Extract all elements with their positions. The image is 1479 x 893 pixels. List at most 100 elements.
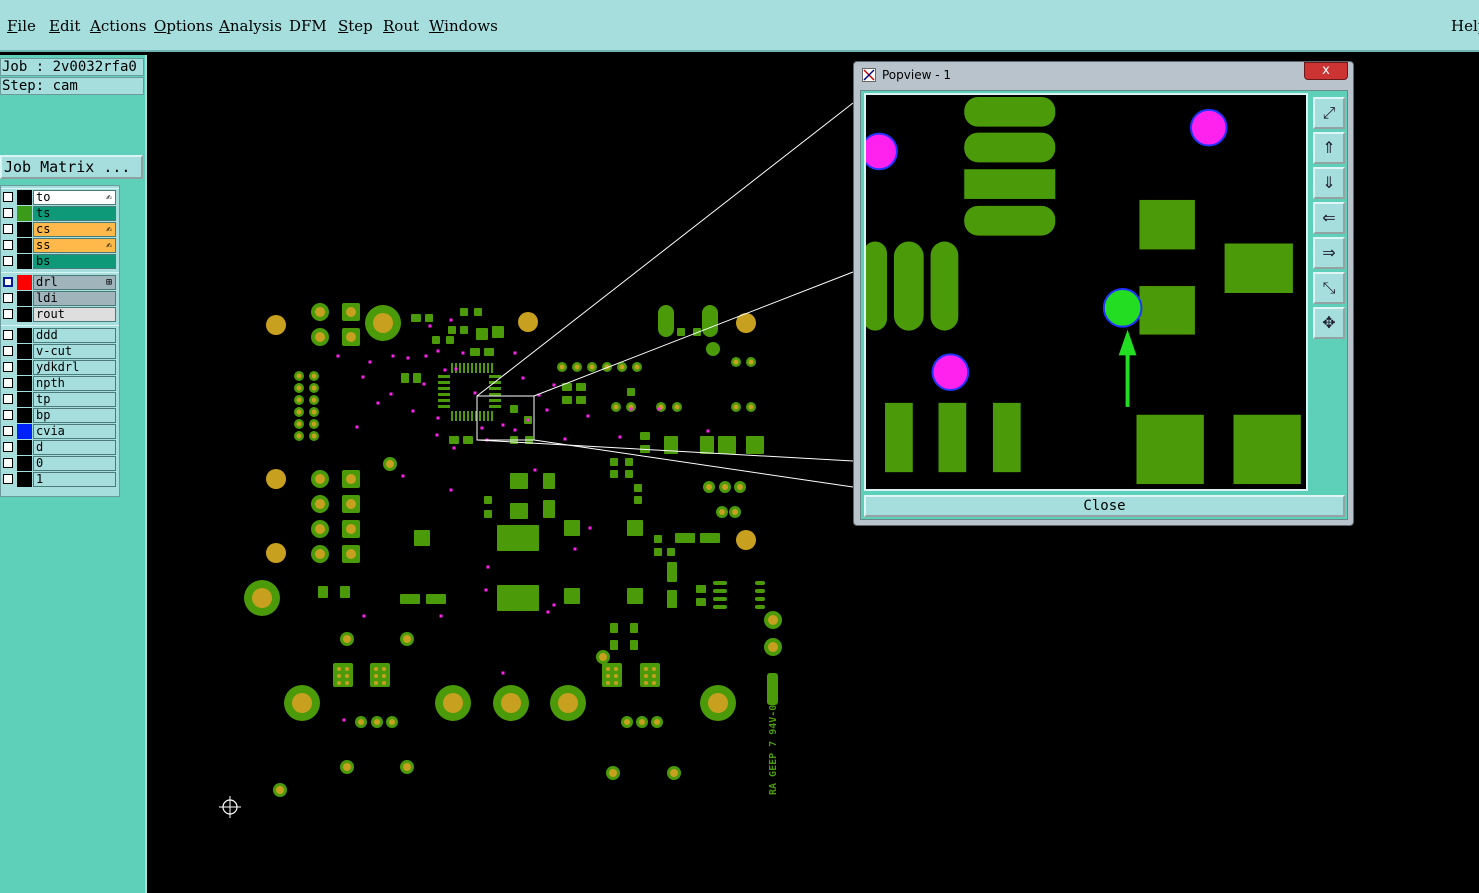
menu-file[interactable]: File: [7, 17, 36, 35]
layer-row-npth[interactable]: npth: [1, 376, 119, 391]
layer-color-swatch[interactable]: [17, 424, 32, 439]
layer-row-bp[interactable]: bp: [1, 408, 119, 423]
layer-name[interactable]: ydkdrl: [33, 360, 116, 375]
layer-name[interactable]: tp: [33, 392, 116, 407]
layer-color-swatch[interactable]: [17, 344, 32, 359]
layer-checkbox[interactable]: [3, 346, 13, 356]
layer-row-ldi[interactable]: ldi: [1, 291, 119, 306]
layer-name[interactable]: ddd: [33, 328, 116, 343]
menu-edit[interactable]: Edit: [49, 17, 80, 35]
layer-color-swatch[interactable]: [17, 392, 32, 407]
menu-windows[interactable]: Windows: [429, 17, 498, 35]
layer-name[interactable]: 1: [33, 472, 116, 487]
drill-hole: [639, 719, 645, 725]
menu-analysis[interactable]: Analysis: [219, 17, 282, 35]
zoom-out-button[interactable]: ⤡: [1313, 272, 1345, 304]
pan-down-button[interactable]: ⇓: [1313, 167, 1345, 199]
smd-pad: [713, 589, 727, 593]
layer-row-cs[interactable]: cs ✍: [1, 222, 119, 237]
layer-row-cvia[interactable]: cvia: [1, 424, 119, 439]
layer-row-bs[interactable]: bs: [1, 254, 119, 269]
layer-name[interactable]: ts: [33, 206, 116, 221]
layer-row-ss[interactable]: ss ✍: [1, 238, 119, 253]
layer-name[interactable]: d: [33, 440, 116, 455]
layer-color-swatch[interactable]: [17, 360, 32, 375]
via: [629, 407, 633, 411]
window-close-button[interactable]: x: [1304, 62, 1348, 80]
npth-hole: [266, 469, 286, 489]
layer-checkbox[interactable]: [3, 309, 13, 319]
layer-name[interactable]: npth: [33, 376, 116, 391]
layer-name[interactable]: cs ✍: [33, 222, 116, 237]
layer-row-rout[interactable]: rout: [1, 307, 119, 322]
layer-name[interactable]: bs: [33, 254, 116, 269]
layer-color-swatch[interactable]: [17, 456, 32, 471]
layer-color-swatch[interactable]: [17, 275, 32, 290]
layer-color-swatch[interactable]: [17, 376, 32, 391]
menu-rout[interactable]: Rout: [383, 17, 419, 35]
layer-row-tp[interactable]: tp: [1, 392, 119, 407]
zoom-fit-button[interactable]: ⤢: [1313, 97, 1345, 129]
zoom-in-button[interactable]: ✥: [1313, 307, 1345, 339]
layer-checkbox[interactable]: [3, 277, 13, 287]
layer-checkbox[interactable]: [3, 442, 13, 452]
layer-checkbox[interactable]: [3, 293, 13, 303]
pan-up-button[interactable]: ⇑: [1313, 132, 1345, 164]
npth-hole: [346, 307, 356, 317]
layer-checkbox[interactable]: [3, 192, 13, 202]
layer-color-swatch[interactable]: [17, 206, 32, 221]
layer-row-ddd[interactable]: ddd: [1, 328, 119, 343]
layer-color-swatch[interactable]: [17, 222, 32, 237]
layer-color-swatch[interactable]: [17, 440, 32, 455]
layer-row-v-cut[interactable]: v-cut: [1, 344, 119, 359]
layer-checkbox[interactable]: [3, 426, 13, 436]
layer-color-swatch[interactable]: [17, 254, 32, 269]
layer-color-swatch[interactable]: [17, 238, 32, 253]
layer-color-swatch[interactable]: [17, 190, 32, 205]
layer-color-swatch[interactable]: [17, 307, 32, 322]
layer-checkbox[interactable]: [3, 410, 13, 420]
layer-row-0[interactable]: 0: [1, 456, 119, 471]
menu-actions[interactable]: Actions: [90, 17, 146, 35]
layer-name[interactable]: ldi: [33, 291, 116, 306]
layer-name[interactable]: bp: [33, 408, 116, 423]
pan-right-button[interactable]: ⇒: [1313, 237, 1345, 269]
layer-checkbox[interactable]: [3, 224, 13, 234]
layer-checkbox[interactable]: [3, 458, 13, 468]
layer-checkbox[interactable]: [3, 256, 13, 266]
layer-row-drl[interactable]: drl ⊞: [1, 275, 119, 290]
layer-name[interactable]: ss ✍: [33, 238, 116, 253]
layer-checkbox[interactable]: [3, 362, 13, 372]
layer-checkbox[interactable]: [3, 240, 13, 250]
pan-left-button[interactable]: ⇐: [1313, 202, 1345, 234]
menu-dfm[interactable]: DFM: [289, 17, 327, 35]
popview-canvas[interactable]: [864, 93, 1308, 491]
layer-checkbox[interactable]: [3, 394, 13, 404]
layer-color-swatch[interactable]: [17, 328, 32, 343]
layer-name[interactable]: rout: [33, 307, 116, 322]
drill-hole: [358, 719, 364, 725]
layer-row-1[interactable]: 1: [1, 472, 119, 487]
menu-options[interactable]: Options: [154, 17, 213, 35]
layer-checkbox[interactable]: [3, 378, 13, 388]
layer-name[interactable]: to ✍: [33, 190, 116, 205]
layer-color-swatch[interactable]: [17, 472, 32, 487]
layer-checkbox[interactable]: [3, 474, 13, 484]
npth-hole: [337, 667, 341, 671]
layer-checkbox[interactable]: [3, 208, 13, 218]
layer-checkbox[interactable]: [3, 330, 13, 340]
layer-row-to[interactable]: to ✍: [1, 190, 119, 205]
layer-row-d[interactable]: d: [1, 440, 119, 455]
layer-name[interactable]: drl ⊞: [33, 275, 116, 290]
layer-row-ts[interactable]: ts: [1, 206, 119, 221]
layer-name[interactable]: v-cut: [33, 344, 116, 359]
job-matrix-button[interactable]: Job Matrix ...: [0, 155, 143, 179]
popview-close-button[interactable]: Close: [864, 495, 1345, 517]
menu-help[interactable]: Help: [1451, 17, 1479, 35]
layer-row-ydkdrl[interactable]: ydkdrl: [1, 360, 119, 375]
layer-name[interactable]: cvia: [33, 424, 116, 439]
layer-color-swatch[interactable]: [17, 408, 32, 423]
menu-step[interactable]: Step: [338, 17, 373, 35]
layer-name[interactable]: 0: [33, 456, 116, 471]
layer-color-swatch[interactable]: [17, 291, 32, 306]
